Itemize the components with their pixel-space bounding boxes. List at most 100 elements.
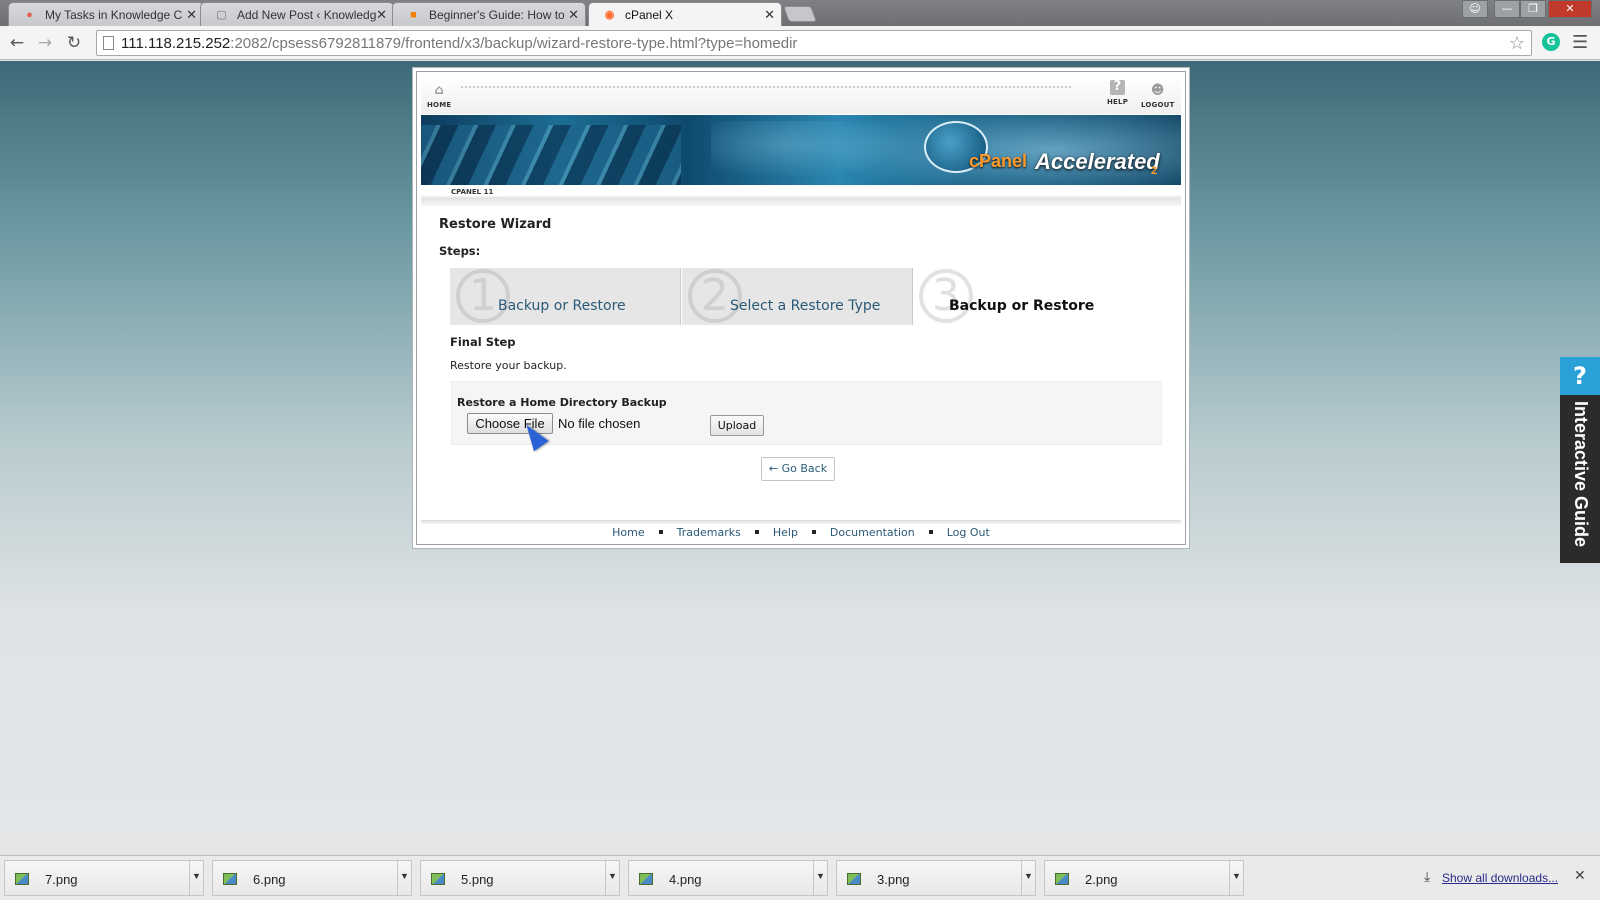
download-item[interactable]: 6.png ▼ — [212, 860, 412, 896]
step-number: 1 — [456, 269, 510, 323]
chevron-down-icon[interactable]: ▼ — [397, 861, 411, 895]
download-filename: 2.png — [1085, 872, 1118, 887]
new-tab-button[interactable] — [783, 6, 817, 22]
page-title: Restore Wizard — [439, 217, 552, 232]
chevron-down-icon[interactable]: ▼ — [605, 861, 619, 895]
menu-icon[interactable]: ☰ — [1572, 32, 1588, 53]
download-filename: 5.png — [461, 872, 494, 887]
download-filename: 4.png — [669, 872, 702, 887]
footer-trademarks-link[interactable]: Trademarks — [677, 526, 741, 539]
footer-documentation-link[interactable]: Documentation — [830, 526, 915, 539]
bookmark-star-icon[interactable]: ☆ — [1509, 33, 1525, 54]
download-icon: ⤓ — [1424, 869, 1431, 885]
download-filename: 7.png — [45, 872, 78, 887]
go-back-button[interactable]: ← Go Back — [761, 457, 835, 481]
cpanel-top-nav: ⌂ HOME ? HELP ☻ LOGOUT — [421, 76, 1181, 114]
question-icon: ? — [1560, 357, 1600, 395]
footer-separator — [928, 530, 933, 534]
restore-title: Restore a Home Directory Backup — [457, 396, 667, 409]
chevron-down-icon[interactable]: ▼ — [813, 861, 827, 895]
page-icon: ▢ — [216, 9, 227, 21]
image-file-icon — [639, 873, 653, 885]
download-filename: 6.png — [253, 872, 286, 887]
download-item[interactable]: 4.png ▼ — [628, 860, 828, 896]
image-file-icon — [1055, 873, 1069, 885]
step-2[interactable]: 2 Select a Restore Type — [682, 268, 913, 325]
home-link[interactable]: ⌂ HOME — [427, 84, 452, 110]
close-icon[interactable]: ✕ — [376, 7, 387, 23]
forward-icon[interactable]: → — [34, 32, 56, 54]
close-icon[interactable]: ✕ — [764, 7, 775, 23]
chevron-down-icon[interactable]: ▼ — [1229, 861, 1243, 895]
minimize-icon[interactable]: — — [1494, 0, 1520, 18]
no-file-chosen-text: No file chosen — [558, 416, 641, 431]
asana-icon: ● — [26, 9, 33, 21]
close-window-icon[interactable]: ✕ — [1548, 0, 1592, 18]
step-1[interactable]: 1 Backup or Restore — [450, 268, 681, 325]
upload-button[interactable]: Upload — [710, 415, 764, 436]
blogger-icon: ■ — [410, 9, 417, 21]
tab-title: Beginner's Guide: How to — [429, 8, 565, 22]
final-step-heading: Final Step — [450, 335, 516, 349]
show-all-downloads-link[interactable]: Show all downloads... — [1442, 871, 1558, 885]
footer-logout-link[interactable]: Log Out — [947, 526, 990, 539]
footer-separator — [811, 530, 816, 534]
interactive-guide-tab[interactable]: ? Interactive Guide — [1560, 357, 1600, 563]
step-3: 3 Backup or Restore — [913, 268, 1144, 325]
close-icon[interactable]: ✕ — [568, 7, 579, 23]
tab-my-tasks[interactable]: ● My Tasks in Knowledge C ✕ — [8, 2, 204, 26]
download-item[interactable]: 7.png ▼ — [4, 860, 204, 896]
steps-label: Steps: — [439, 244, 481, 258]
interactive-guide-label: Interactive Guide — [1571, 401, 1591, 548]
address-bar[interactable]: 111.118.215.252:2082/cpsess6792811879/fr… — [96, 30, 1532, 56]
footer-separator — [658, 530, 663, 534]
footer-help-link[interactable]: Help — [773, 526, 798, 539]
back-icon[interactable]: ← — [6, 32, 28, 54]
step-number: 3 — [919, 269, 973, 323]
image-file-icon — [223, 873, 237, 885]
close-icon[interactable]: ✕ — [186, 7, 197, 23]
restore-icon[interactable]: ❐ — [1520, 0, 1546, 18]
user-icon: ☻ — [1150, 83, 1165, 98]
chevron-down-icon[interactable]: ▼ — [1021, 861, 1035, 895]
url-host: 111.118.215.252 — [121, 35, 231, 52]
page-icon — [103, 36, 114, 50]
logout-link[interactable]: ☻ LOGOUT — [1141, 83, 1175, 110]
step-label: Backup or Restore — [498, 298, 626, 314]
reload-icon[interactable]: ↻ — [63, 32, 85, 54]
question-icon: ? — [1110, 80, 1126, 95]
help-link[interactable]: ? HELP — [1107, 80, 1129, 107]
tab-title: Add New Post ‹ Knowledg — [237, 8, 377, 22]
tab-add-new-post[interactable]: ▢ Add New Post ‹ Knowledg ✕ — [200, 2, 394, 26]
grammarly-icon[interactable]: G — [1542, 33, 1560, 51]
download-item[interactable]: 2.png ▼ — [1044, 860, 1244, 896]
logo-cpanel: cPanel — [969, 151, 1028, 171]
restore-description: Restore your backup. — [450, 359, 567, 372]
image-file-icon — [431, 873, 445, 885]
cpanel-version: CPANEL 11 — [443, 188, 504, 196]
step-number: 2 — [688, 269, 742, 323]
image-file-icon — [847, 873, 861, 885]
help-label: HELP — [1107, 98, 1129, 106]
cpanel-footer: Home Trademarks Help Documentation Log Out — [421, 520, 1181, 540]
footer-home-link[interactable]: Home — [612, 526, 644, 539]
close-icon[interactable]: ✕ — [1574, 868, 1586, 884]
cpanel-banner: cPanel Accelerated 2 — [421, 115, 1181, 185]
logout-label: LOGOUT — [1141, 101, 1175, 109]
step-label: Select a Restore Type — [730, 298, 881, 314]
tab-beginners-guide[interactable]: ■ Beginner's Guide: How to ✕ — [392, 2, 586, 26]
download-item[interactable]: 3.png ▼ — [836, 860, 1036, 896]
download-item[interactable]: 5.png ▼ — [420, 860, 620, 896]
home-label: HOME — [427, 101, 452, 109]
cpanel-icon: ◉ — [604, 9, 615, 21]
download-shelf: 7.png ▼ 6.png ▼ 5.png ▼ 4.png ▼ 3.png ▼ … — [0, 855, 1600, 900]
tab-title: My Tasks in Knowledge C — [45, 8, 183, 22]
profile-icon[interactable]: ☺ — [1462, 0, 1488, 18]
chevron-down-icon[interactable]: ▼ — [189, 861, 203, 895]
banner-cables — [421, 125, 681, 185]
version-bar: CPANEL 11 — [421, 186, 1181, 206]
logo-version: 2 — [1151, 165, 1158, 177]
tab-cpanel[interactable]: ◉ cPanel X ✕ — [588, 2, 782, 26]
restore-home-directory-box: Restore a Home Directory Backup Choose F… — [451, 381, 1162, 452]
step-label: Backup or Restore — [949, 298, 1095, 314]
